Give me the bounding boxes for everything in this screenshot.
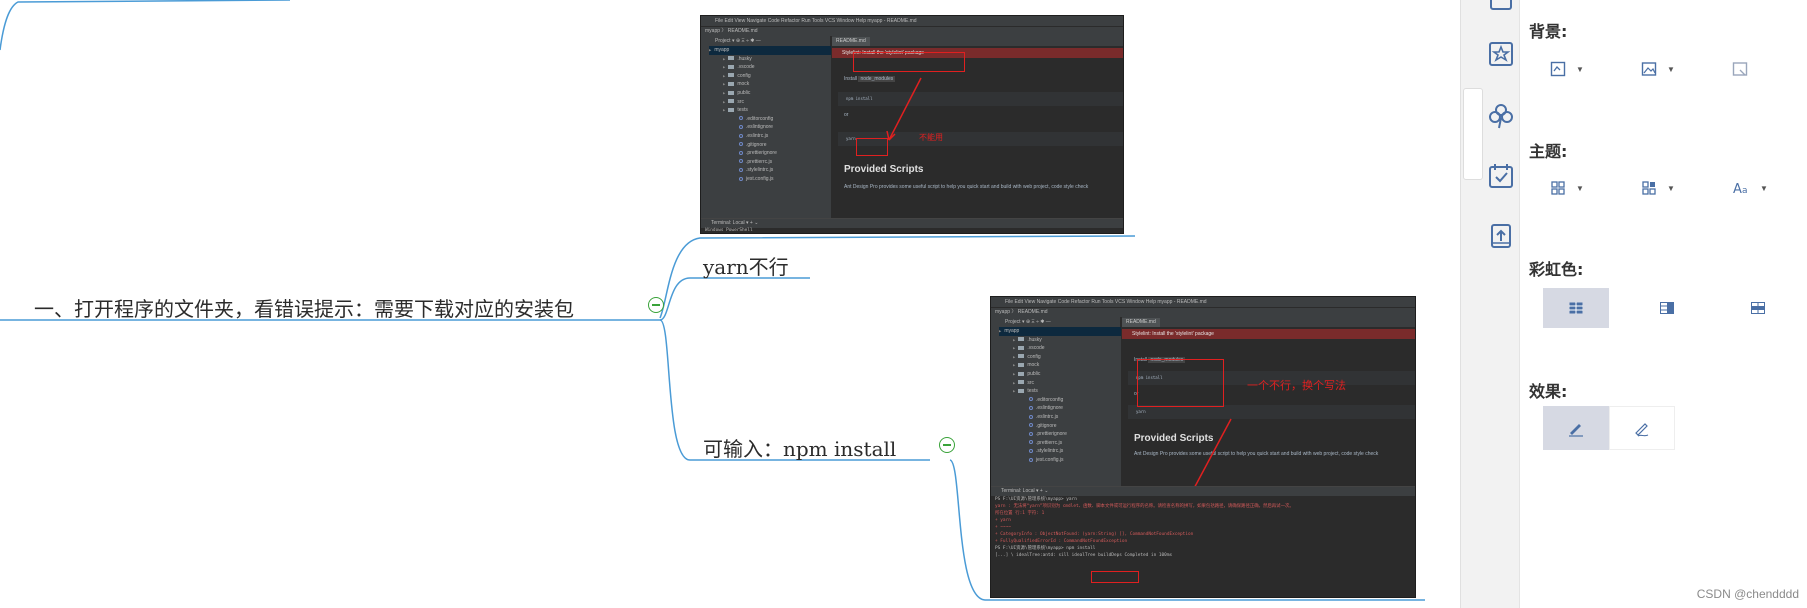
rainbow-option-1[interactable] [1543, 288, 1609, 328]
top-branch-line [0, 0, 291, 51]
effect-pen-sketch[interactable] [1609, 406, 1675, 450]
annotation-arrow [886, 77, 922, 141]
watermark: CSDN @chendddd [1696, 587, 1799, 601]
terminal-tabs: Terminal: Local ▾ + ⌄ [701, 219, 1123, 228]
section-background-title: 背景: [1529, 22, 1568, 41]
mindmap-canvas[interactable]: 一、打开程序的文件夹，看错误提示：需要下载对应的安装包 yarn不行 可输入：n… [0, 0, 1460, 608]
npm-collapse-button[interactable] [939, 437, 955, 453]
terminal-tabs: Terminal: Local ▾ + ⌄ [991, 487, 1415, 496]
scrollbar-thumb[interactable] [1463, 88, 1483, 180]
style-star-icon[interactable] [1487, 40, 1515, 68]
effect-pen-solid[interactable] [1543, 406, 1609, 450]
chevron-down-icon[interactable]: ▼ [1760, 184, 1768, 193]
terminal-line: + FullyQualifiedErrorId : CommandNotFoun… [995, 539, 1128, 544]
ide-terminal: Terminal: Local ▾ + ⌄ Windows PowerShell [701, 218, 1123, 233]
section-effect-title: 效果: [1529, 382, 1568, 401]
root-topic[interactable]: 一、打开程序的文件夹，看错误提示：需要下载对应的安装包 [34, 293, 574, 322]
branch-yarn[interactable]: yarn不行 [703, 251, 789, 280]
properties-area: 背景: ▼ ▼ 主题: ▼ ▼ Aa ▼ 彩虹色: 效果: [1520, 0, 1807, 608]
ide-terminal: Terminal: Local ▾ + ⌄ PS F:\UI资源\管理系统\my… [991, 486, 1415, 597]
export-icon[interactable] [1487, 222, 1515, 250]
terminal-line: 所在位置 行:1 字符: 1 [995, 511, 1045, 516]
background-clear-tool[interactable] [1732, 57, 1772, 81]
ide-screenshot-1: File Edit View Navigate Code Refactor Ru… [700, 15, 1124, 234]
rainbow-option-3[interactable] [1725, 288, 1791, 328]
root-collapse-button[interactable] [648, 297, 664, 313]
branch-npm-install[interactable]: 可输入：npm install [703, 433, 896, 462]
chevron-down-icon[interactable]: ▼ [1667, 184, 1675, 193]
clover-icon[interactable] [1487, 102, 1515, 130]
section-rainbow-title: 彩虹色: [1529, 260, 1584, 279]
theme-layout-tool[interactable]: ▼ [1550, 176, 1590, 200]
format-panel: 背景: ▼ ▼ 主题: ▼ ▼ Aa ▼ 彩虹色: 效果: [1460, 0, 1807, 608]
annotation-text: 不能用 [919, 133, 943, 142]
terminal-line: PS F:\UI资源\管理系统\myapp> npm install [995, 546, 1096, 551]
npm-install-highlight-box [1091, 571, 1139, 583]
outline-icon[interactable] [1487, 0, 1515, 14]
terminal-line: PS F:\UI资源\管理系统\myapp> yarn [995, 497, 1077, 502]
theme-font-tool[interactable]: Aa ▼ [1732, 176, 1772, 200]
calendar-check-icon[interactable] [1487, 162, 1515, 190]
terminal-line: Windows PowerShell [705, 228, 753, 233]
branch-line-yarn [659, 277, 810, 321]
chevron-down-icon[interactable]: ▼ [1576, 65, 1584, 74]
terminal-line: + yarn [995, 518, 1011, 523]
terminal-line: + ~~~~ [995, 525, 1011, 530]
terminal-line: [...] \ idealTree:antd: sill idealTree b… [995, 553, 1173, 558]
chevron-down-icon[interactable]: ▼ [1576, 184, 1584, 193]
background-image-tool[interactable]: ▼ [1641, 57, 1681, 81]
background-fill-tool[interactable]: ▼ [1550, 57, 1590, 81]
ide-screenshot-2: File Edit View Navigate Code Refactor Ru… [990, 296, 1416, 598]
rainbow-option-2[interactable] [1634, 288, 1700, 328]
terminal-line: yarn : 无法将“yarn”项识别为 cmdlet、函数、脚本文件或可运行程… [995, 504, 1294, 509]
chevron-down-icon[interactable]: ▼ [1667, 65, 1675, 74]
panel-icon-strip [1460, 0, 1520, 608]
svg-text:A: A [1733, 182, 1742, 196]
terminal-line: + CategoryInfo : ObjectNotFound: (yarn:S… [995, 532, 1194, 537]
theme-style-tool[interactable]: ▼ [1641, 176, 1681, 200]
svg-text:a: a [1742, 186, 1748, 196]
section-theme-title: 主题: [1529, 142, 1568, 161]
